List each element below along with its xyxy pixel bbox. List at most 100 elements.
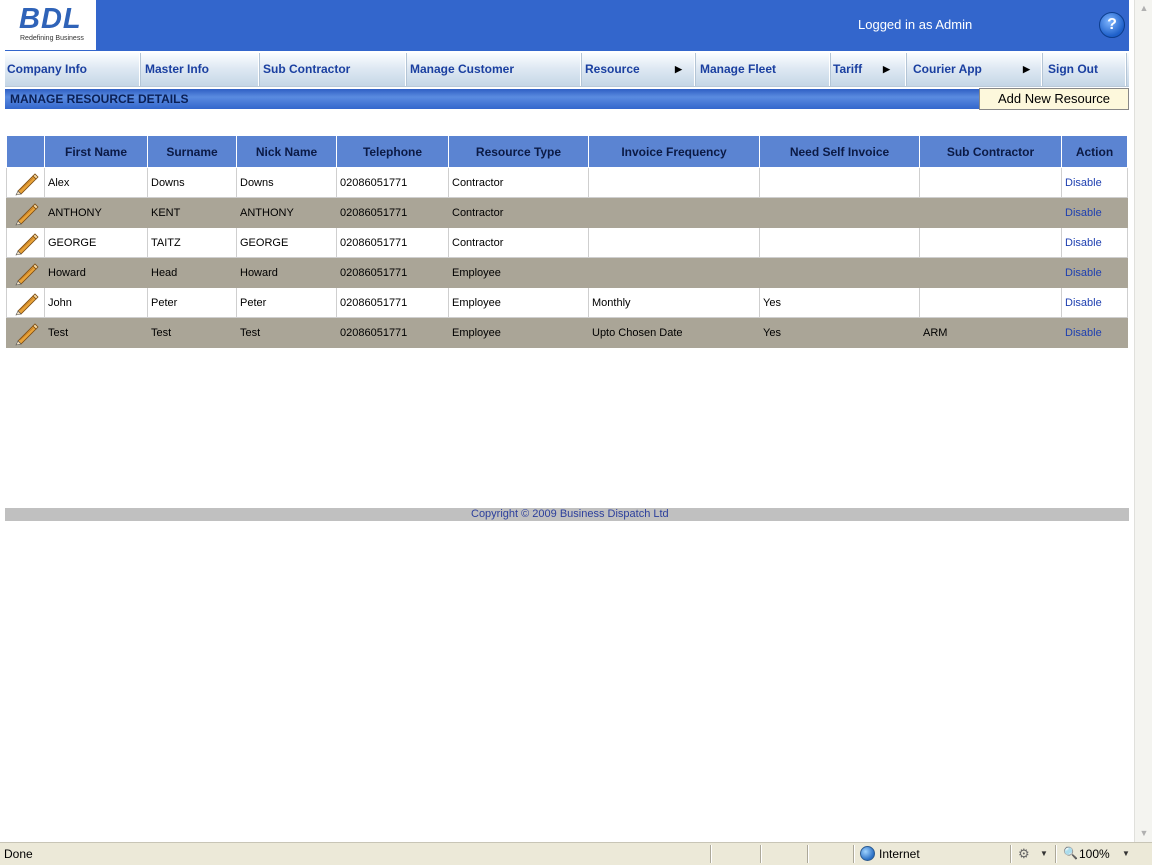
nav-label: Sub Contractor — [263, 62, 351, 76]
status-divider — [1055, 845, 1056, 863]
cell-first-name: Test — [44, 317, 148, 348]
cell-invoice-frequency: Upto Chosen Date — [588, 317, 760, 348]
nav-master-info[interactable]: Master Info — [143, 53, 259, 86]
help-icon[interactable]: ? — [1099, 12, 1125, 38]
pencil-edit-icon[interactable] — [13, 290, 39, 316]
submenu-arrow-icon: ▶ — [883, 64, 890, 74]
cell-need-self-invoice: Yes — [759, 287, 920, 318]
nav-label: Courier App — [913, 62, 982, 76]
cell-resource-type: Employee — [448, 257, 589, 288]
table-row: Test Test Test 02086051771 Employee Upto… — [6, 317, 1128, 348]
cell-nick-name: Downs — [236, 167, 337, 198]
nav-label: Sign Out — [1048, 62, 1098, 76]
pencil-edit-icon[interactable] — [13, 320, 39, 346]
cell-invoice-frequency: Monthly — [588, 287, 760, 318]
pencil-edit-icon[interactable] — [13, 170, 39, 196]
cell-sub-contractor — [919, 257, 1062, 288]
nav-manage-customer[interactable]: Manage Customer — [408, 53, 581, 86]
table-row: ANTHONY KENT ANTHONY 02086051771 Contrac… — [6, 197, 1128, 228]
edit-cell[interactable] — [6, 227, 45, 258]
cell-first-name: John — [44, 287, 148, 318]
disable-link[interactable]: Disable — [1065, 177, 1102, 189]
chevron-down-icon[interactable]: ▼ — [1122, 849, 1130, 858]
cell-action: Disable — [1061, 227, 1128, 258]
cell-invoice-frequency — [588, 227, 760, 258]
col-resource-type: Resource Type — [448, 135, 589, 168]
cell-need-self-invoice — [759, 227, 920, 258]
edit-cell[interactable] — [6, 197, 45, 228]
protected-mode-icon[interactable]: ⚙ — [1018, 846, 1030, 862]
cell-action: Disable — [1061, 257, 1128, 288]
edit-cell[interactable] — [6, 167, 45, 198]
table-row: Howard Head Howard 02086051771 Employee … — [6, 257, 1128, 288]
col-action: Action — [1061, 135, 1128, 168]
browser-status-bar: Done Internet ⚙ ▼ 🔍 100% ▼ — [0, 842, 1152, 865]
page-footer: Copyright © 2009 Business Dispatch Ltd — [5, 508, 1129, 521]
pencil-edit-icon[interactable] — [13, 230, 39, 256]
edit-cell[interactable] — [6, 287, 45, 318]
nav-tariff[interactable]: Tariff ▶ — [831, 53, 906, 86]
page-title: MANAGE RESOURCE DETAILS — [10, 92, 189, 106]
status-divider — [760, 845, 761, 863]
cell-surname: Head — [147, 257, 237, 288]
table-row: John Peter Peter 02086051771 Employee Mo… — [6, 287, 1128, 318]
status-text: Done — [4, 847, 33, 861]
nav-courier-app[interactable]: Courier App ▶ — [911, 53, 1042, 86]
copyright-text: Copyright © 2009 Business Dispatch Ltd — [471, 508, 669, 520]
cell-need-self-invoice — [759, 257, 920, 288]
cell-surname: Downs — [147, 167, 237, 198]
cell-telephone: 02086051771 — [336, 287, 449, 318]
scroll-down-icon[interactable]: ▼ — [1135, 825, 1152, 842]
cell-first-name: ANTHONY — [44, 197, 148, 228]
vertical-scrollbar[interactable]: ▲ ▼ — [1134, 0, 1152, 842]
nav-label: Master Info — [145, 62, 210, 76]
nav-manage-fleet[interactable]: Manage Fleet — [698, 53, 830, 86]
nav-resource[interactable]: Resource ▶ — [583, 53, 695, 86]
nav-label: Manage Customer — [410, 62, 515, 76]
col-invoice-frequency: Invoice Frequency — [588, 135, 760, 168]
table-header-row: First Name Surname Nick Name Telephone R… — [6, 135, 1128, 168]
nav-label: Tariff — [833, 62, 863, 76]
cell-resource-type: Contractor — [448, 197, 589, 228]
nav-company-info[interactable]: Company Info — [5, 53, 140, 86]
cell-action: Disable — [1061, 317, 1128, 348]
chevron-down-icon[interactable]: ▼ — [1040, 849, 1048, 858]
nav-sign-out[interactable]: Sign Out — [1046, 53, 1126, 86]
pencil-edit-icon[interactable] — [13, 200, 39, 226]
zoom-level[interactable]: 100% — [1079, 847, 1110, 861]
pencil-edit-icon[interactable] — [13, 260, 39, 286]
col-surname: Surname — [147, 135, 237, 168]
disable-link[interactable]: Disable — [1065, 327, 1102, 339]
cell-surname: TAITZ — [147, 227, 237, 258]
status-divider — [710, 845, 711, 863]
cell-nick-name: Howard — [236, 257, 337, 288]
resource-table: First Name Surname Nick Name Telephone R… — [6, 135, 1128, 348]
zoom-icon[interactable]: 🔍 — [1063, 846, 1078, 860]
bdl-logo[interactable]: BDL Redefining Business — [5, 0, 96, 50]
col-first-name: First Name — [44, 135, 148, 168]
scroll-up-icon[interactable]: ▲ — [1135, 0, 1152, 17]
cell-invoice-frequency — [588, 197, 760, 228]
nav-sub-contractor[interactable]: Sub Contractor — [261, 53, 406, 86]
cell-need-self-invoice: Yes — [759, 317, 920, 348]
disable-link[interactable]: Disable — [1065, 297, 1102, 309]
disable-link[interactable]: Disable — [1065, 267, 1102, 279]
col-edit — [6, 135, 45, 168]
disable-link[interactable]: Disable — [1065, 207, 1102, 219]
edit-cell[interactable] — [6, 317, 45, 348]
cell-need-self-invoice — [759, 167, 920, 198]
status-divider — [853, 845, 854, 863]
edit-cell[interactable] — [6, 257, 45, 288]
cell-resource-type: Employee — [448, 287, 589, 318]
security-zone-label: Internet — [879, 847, 920, 861]
cell-first-name: Howard — [44, 257, 148, 288]
cell-action: Disable — [1061, 197, 1128, 228]
cell-invoice-frequency — [588, 257, 760, 288]
cell-telephone: 02086051771 — [336, 167, 449, 198]
disable-link[interactable]: Disable — [1065, 237, 1102, 249]
add-new-resource-button[interactable]: Add New Resource — [979, 88, 1129, 110]
main-nav: Company Info Master Info Sub Contractor … — [5, 53, 1129, 87]
cell-sub-contractor — [919, 197, 1062, 228]
cell-invoice-frequency — [588, 167, 760, 198]
cell-sub-contractor — [919, 287, 1062, 318]
